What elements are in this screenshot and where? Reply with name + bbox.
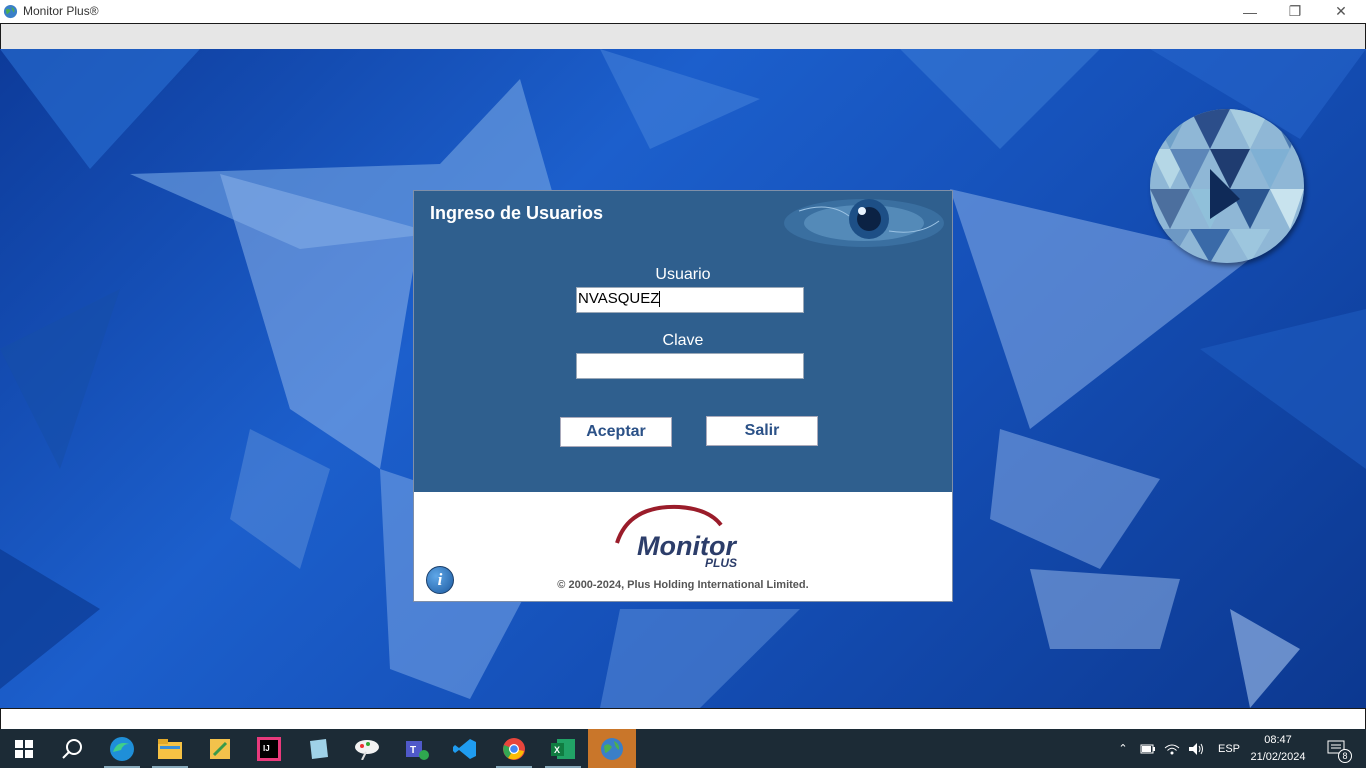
file-explorer-icon	[158, 738, 182, 759]
svg-text:T: T	[410, 745, 416, 756]
excel-icon: X	[551, 738, 575, 759]
taskbar-excel[interactable]: X	[539, 729, 587, 768]
close-button[interactable]: ✕	[1318, 0, 1364, 23]
title-bar: Monitor Plus® — ❐ ✕	[0, 0, 1366, 23]
search-icon	[62, 738, 82, 759]
info-icon[interactable]: i	[426, 566, 454, 594]
status-bar	[0, 708, 1366, 730]
taskbar-vscode[interactable]	[441, 729, 489, 768]
taskbar-intellij[interactable]: IJ	[245, 729, 293, 768]
taskbar: IJ T X ⌃ ESP 08:47 21/02/2024 8	[0, 729, 1366, 768]
start-button[interactable]	[0, 729, 48, 768]
login-dialog: Ingreso de Usuarios Usuario NVASQUEZ Cla…	[413, 190, 953, 602]
taskbar-chrome[interactable]	[490, 729, 538, 768]
restore-button[interactable]: ❐	[1272, 0, 1318, 23]
notes-icon	[310, 738, 328, 759]
copyright-text: © 2000-2024, Plus Holding International …	[557, 579, 809, 591]
system-tray: ⌃ ESP	[1114, 729, 1240, 768]
aceptar-button[interactable]: Aceptar	[560, 417, 672, 447]
decorative-logo-circle	[1150, 109, 1304, 263]
window-title: Monitor Plus®	[23, 4, 99, 18]
volume-icon[interactable]	[1188, 742, 1206, 756]
notification-count-badge: 8	[1338, 749, 1352, 763]
clave-input[interactable]	[576, 353, 804, 379]
windows-start-icon	[15, 739, 33, 758]
wifi-icon[interactable]	[1164, 742, 1180, 756]
search-button[interactable]	[48, 729, 96, 768]
notification-center-button[interactable]: 8	[1322, 729, 1352, 768]
minimize-icon: —	[1243, 3, 1257, 20]
taskbar-monitor-plus[interactable]	[588, 729, 636, 768]
clock[interactable]: 08:47 21/02/2024	[1245, 732, 1311, 766]
clock-date: 21/02/2024	[1250, 751, 1306, 763]
taskbar-edge[interactable]	[98, 729, 146, 768]
taskbar-file-explorer[interactable]	[146, 729, 194, 768]
usuario-input[interactable]: NVASQUEZ	[576, 287, 804, 313]
chrome-icon	[503, 737, 525, 760]
taskbar-app[interactable]	[196, 729, 244, 768]
clock-time: 08:47	[1264, 734, 1292, 746]
brand-sub: PLUS	[705, 556, 737, 570]
restore-icon: ❐	[1288, 3, 1302, 19]
info-icon-glyph: i	[437, 570, 443, 589]
edge-icon	[110, 736, 134, 761]
app-icon	[210, 738, 230, 759]
taskbar-paint[interactable]	[343, 729, 391, 768]
text-caret	[659, 291, 661, 308]
svg-text:X: X	[554, 745, 560, 755]
usuario-label: Usuario	[655, 266, 711, 283]
clave-label: Clave	[662, 332, 704, 349]
taskbar-teams[interactable]: T	[393, 729, 441, 768]
teams-icon: T	[406, 740, 429, 760]
taskbar-notes[interactable]	[294, 729, 342, 768]
paint-icon	[355, 739, 379, 760]
minimize-button[interactable]: —	[1227, 0, 1273, 23]
monitor-plus-icon	[601, 737, 623, 760]
toolbar	[0, 23, 1366, 50]
dialog-header-panel: Ingreso de Usuarios Usuario NVASQUEZ Cla…	[414, 191, 952, 492]
eye-globe-icon	[784, 199, 944, 247]
language-indicator[interactable]: ESP	[1218, 743, 1240, 755]
usuario-value: NVASQUEZ	[578, 290, 660, 307]
chevron-up-icon[interactable]: ⌃	[1114, 742, 1132, 755]
close-icon: ✕	[1335, 3, 1347, 19]
vscode-icon	[453, 738, 476, 759]
svg-text:IJ: IJ	[263, 744, 270, 753]
dialog-title: Ingreso de Usuarios	[430, 203, 604, 223]
monitor-plus-logo: Monitor PLUS	[615, 504, 737, 570]
battery-icon[interactable]	[1140, 743, 1156, 755]
intellij-icon: IJ	[257, 736, 281, 761]
globe-app-icon	[3, 4, 18, 19]
salir-button[interactable]: Salir	[706, 416, 818, 446]
